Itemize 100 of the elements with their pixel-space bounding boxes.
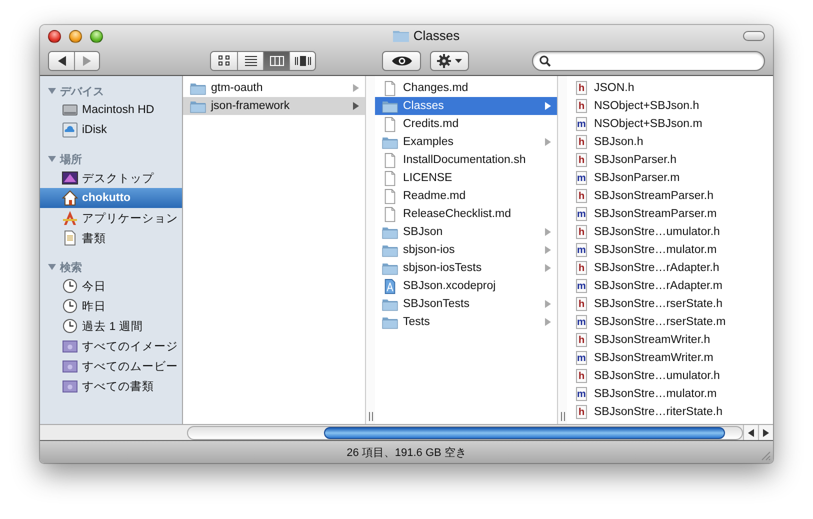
section-heading: 場所 xyxy=(60,152,82,166)
file-row[interactable]: h SBJsonStre…umulator.h xyxy=(567,367,743,385)
columns-view-button[interactable] xyxy=(263,52,289,70)
clock-icon xyxy=(62,298,78,314)
file-row[interactable]: h SBJson.h xyxy=(567,133,743,151)
source-file-icon: m xyxy=(576,243,587,257)
disclosure-arrow-icon xyxy=(545,264,551,272)
left-triangle-icon xyxy=(748,428,754,436)
file-row[interactable]: m SBJsonStreamParser.m xyxy=(567,205,743,223)
resize-grip-icon[interactable] xyxy=(759,449,771,461)
sidebar-item[interactable]: 過去 1 週間 xyxy=(40,316,182,336)
file-row[interactable]: json-framework xyxy=(183,97,365,115)
sidebar-item[interactable]: デスクトップ xyxy=(40,168,182,188)
source-file-icon: h xyxy=(576,261,587,275)
file-row[interactable]: h NSObject+SBJson.h xyxy=(567,97,743,115)
file-row[interactable]: m SBJsonParser.m xyxy=(567,169,743,187)
file-row[interactable]: m SBJsonStre…mulator.m xyxy=(567,385,743,403)
section-heading: 検索 xyxy=(60,260,82,274)
file-row[interactable]: Changes.md xyxy=(375,79,557,97)
folder-icon xyxy=(382,260,398,276)
file-row[interactable]: Readme.md xyxy=(375,187,557,205)
file-row[interactable]: h JSON.h xyxy=(567,79,743,97)
source-file-icon: m xyxy=(576,387,587,401)
file-row[interactable]: Credits.md xyxy=(375,115,557,133)
close-button[interactable] xyxy=(48,30,61,42)
sidebar-item[interactable]: すべての書類 xyxy=(40,376,182,396)
toolbar-toggle-button[interactable] xyxy=(743,31,765,41)
status-text: 26 項目、191.6 GB 空き xyxy=(346,446,466,460)
file-row[interactable]: h SBJsonStre…rserState.h xyxy=(567,295,743,313)
search-field[interactable] xyxy=(532,51,765,71)
file-row[interactable]: sbjson-ios xyxy=(375,241,557,259)
sidebar-item[interactable]: アプリケーション xyxy=(40,208,182,228)
file-row[interactable]: h SBJsonStreamWriter.h xyxy=(567,331,743,349)
source-file-icon: m xyxy=(576,279,587,293)
window-title: Classes xyxy=(413,28,460,43)
sidebar-item[interactable]: 昨日 xyxy=(40,296,182,316)
column-resize-handle[interactable] xyxy=(365,76,375,424)
file-row[interactable]: m SBJsonStreamWriter.m xyxy=(567,349,743,367)
file-row[interactable]: Tests xyxy=(375,313,557,331)
file-row[interactable]: SBJsonTests xyxy=(375,295,557,313)
sidebar-item[interactable]: 今日 xyxy=(40,276,182,296)
scroll-right-button[interactable] xyxy=(758,425,773,440)
eye-icon xyxy=(390,55,412,67)
disclosure-triangle-icon[interactable] xyxy=(48,87,56,95)
file-row[interactable]: m NSObject+SBJson.m xyxy=(567,115,743,133)
file-row[interactable]: h SBJsonStre…rAdapter.h xyxy=(567,259,743,277)
file-row[interactable]: InstallDocumentation.sh xyxy=(375,151,557,169)
sidebar-item[interactable]: 書類 xyxy=(40,228,182,248)
file-row[interactable]: Classes xyxy=(375,97,557,115)
file-row[interactable]: SBJson xyxy=(375,223,557,241)
disclosure-triangle-icon[interactable] xyxy=(48,155,56,163)
action-menu-button[interactable] xyxy=(430,51,469,71)
file-row[interactable]: ReleaseChecklist.md xyxy=(375,205,557,223)
sidebar-item[interactable]: chokutto xyxy=(40,188,182,208)
blueprint-document-icon xyxy=(382,278,398,294)
file-row[interactable]: Examples xyxy=(375,133,557,151)
file-row[interactable]: h SBJsonParser.h xyxy=(567,151,743,169)
quick-look-button[interactable] xyxy=(382,51,421,71)
scroll-thumb[interactable] xyxy=(324,426,725,438)
coverflow-view-button[interactable] xyxy=(289,52,315,70)
document-icon xyxy=(382,188,398,204)
file-row[interactable]: LICENSE xyxy=(375,169,557,187)
horizontal-scrollbar[interactable] xyxy=(187,426,743,440)
file-row[interactable]: h SBJsonStre…riterState.h xyxy=(567,403,743,421)
icon-grid-icon xyxy=(217,55,231,67)
folder-icon xyxy=(393,29,410,42)
disclosure-triangle-icon[interactable] xyxy=(48,263,56,271)
list-view-button[interactable] xyxy=(237,52,263,70)
folder-icon xyxy=(190,98,206,114)
desktop-icon xyxy=(62,170,78,186)
file-row[interactable]: sbjson-iosTests xyxy=(375,259,557,277)
file-row[interactable]: h SBJsonStre…umulator.h xyxy=(567,223,743,241)
file-row[interactable]: gtm-oauth xyxy=(183,79,365,97)
folder-icon xyxy=(382,296,398,312)
list-icon xyxy=(244,55,258,67)
disclosure-arrow-icon xyxy=(545,138,551,146)
document-icon xyxy=(382,152,398,168)
file-row[interactable]: m SBJsonStre…mulator.m xyxy=(567,241,743,259)
file-row[interactable]: h SBJsonStreamParser.h xyxy=(567,187,743,205)
file-row[interactable]: m SBJsonStre…rserState.m xyxy=(567,313,743,331)
cover-flow-icon xyxy=(294,55,312,67)
hard-drive-icon xyxy=(62,102,78,118)
sidebar-item[interactable]: Macintosh HD xyxy=(40,100,182,120)
clock-icon xyxy=(62,278,78,294)
file-row[interactable]: SBJson.xcodeproj xyxy=(375,277,557,295)
column-resize-handle[interactable] xyxy=(557,76,567,424)
source-file-icon: h xyxy=(576,99,587,113)
disclosure-arrow-icon xyxy=(545,318,551,326)
sidebar-item[interactable]: すべてのイメージ xyxy=(40,336,182,356)
sidebar-item[interactable]: すべてのムービー xyxy=(40,356,182,376)
gear-icon xyxy=(436,54,462,68)
sidebar-item[interactable]: iDisk xyxy=(40,120,182,140)
icons-view-button[interactable] xyxy=(211,52,237,70)
right-triangle-icon xyxy=(82,56,92,66)
scroll-left-button[interactable] xyxy=(743,425,758,440)
document-icon xyxy=(382,170,398,186)
file-row[interactable]: m SBJsonStre…rAdapter.m xyxy=(567,277,743,295)
back-button[interactable] xyxy=(49,52,74,70)
minimize-button[interactable] xyxy=(69,30,82,42)
zoom-button[interactable] xyxy=(90,30,103,42)
